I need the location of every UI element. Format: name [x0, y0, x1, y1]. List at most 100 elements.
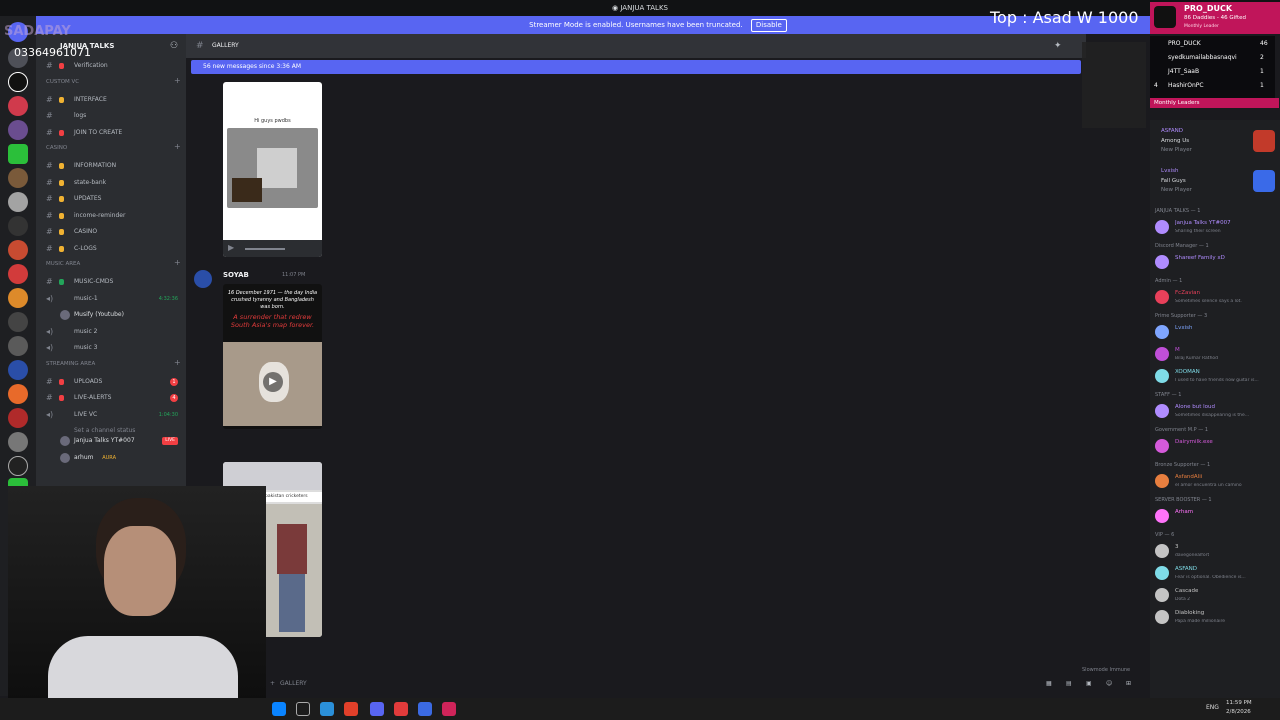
plus-icon[interactable]: +: [270, 674, 275, 694]
server-icon[interactable]: [8, 360, 28, 380]
member-item[interactable]: ASFAND Fear is optional. Obedience is...: [1155, 564, 1280, 584]
message-composer[interactable]: + GALLERY Slowmode Immune ▦ ▤ ▣ ☺ ⊞: [266, 667, 1146, 694]
author-name[interactable]: SOYAB: [223, 271, 249, 279]
text-channel[interactable]: # MUSIC-CMDS: [36, 274, 186, 290]
windows-icon[interactable]: [272, 702, 286, 716]
server-icon[interactable]: [8, 216, 28, 236]
voice-user[interactable]: Musify (Youtube): [36, 307, 186, 323]
server-icon[interactable]: [8, 408, 28, 428]
member-item[interactable]: M Bilaj Kumar Rathod: [1155, 345, 1280, 365]
attachment-video[interactable]: Hi guys pwdbs ▶: [223, 82, 322, 257]
discord-icon[interactable]: [370, 702, 384, 716]
pin-icon[interactable]: ✦: [1054, 34, 1062, 58]
member-item[interactable]: XOOMAN I used to have friends now guitar …: [1155, 367, 1280, 387]
text-channel[interactable]: # Verification: [36, 58, 186, 74]
server-icon[interactable]: [8, 120, 28, 140]
gif-icon[interactable]: ▤: [1066, 674, 1072, 694]
app-icon[interactable]: [394, 702, 408, 716]
app-icon[interactable]: [442, 702, 456, 716]
server-icon[interactable]: [8, 312, 28, 332]
text-channel[interactable]: # UPDATES: [36, 191, 186, 207]
plus-icon[interactable]: +: [174, 258, 181, 267]
plus-icon[interactable]: +: [174, 358, 181, 367]
emoji-icon[interactable]: ☺: [1106, 674, 1112, 694]
disable-button[interactable]: Disable: [750, 19, 787, 32]
language-indicator[interactable]: ENG: [1206, 704, 1219, 711]
game-icon: [1253, 130, 1275, 152]
plus-icon[interactable]: +: [174, 142, 181, 151]
new-messages-bar[interactable]: 56 new messages since 3:36 AM: [191, 60, 1081, 74]
server-icon[interactable]: [8, 72, 28, 92]
channel-header: # GALLERY ✦: [186, 34, 1086, 58]
add-friend-icon[interactable]: ⚇: [170, 41, 178, 51]
server-icon[interactable]: [8, 336, 28, 356]
attachment-video[interactable]: 16 December 1971 — the day India crushed…: [223, 284, 322, 429]
text-channel[interactable]: # LIVE-ALERTS 4: [36, 390, 186, 406]
text-channel[interactable]: # UPLOADS 1: [36, 374, 186, 390]
text-channel[interactable]: # income-reminder: [36, 208, 186, 224]
text-channel[interactable]: # INTERFACE: [36, 92, 186, 108]
channel-category[interactable]: CASINO +: [46, 142, 181, 151]
server-icon[interactable]: [8, 144, 28, 164]
member-item[interactable]: 3 davegonealfort: [1155, 542, 1280, 562]
server-icon[interactable]: [8, 456, 28, 476]
author-avatar[interactable]: [194, 270, 212, 288]
brave-icon[interactable]: [344, 702, 358, 716]
edge-icon[interactable]: [320, 702, 334, 716]
server-icon[interactable]: [8, 432, 28, 452]
member-group-title: VIP — 6: [1155, 532, 1175, 538]
clock-time[interactable]: 11:59 PM: [1226, 700, 1252, 706]
server-icon[interactable]: [8, 96, 28, 116]
member-item[interactable]: Janjua Talks YT#007 Sharing their screen: [1155, 218, 1280, 238]
app-icon[interactable]: [418, 702, 432, 716]
play-icon[interactable]: ▶: [228, 243, 234, 252]
video-progress[interactable]: [245, 248, 285, 250]
hashtag-icon: #: [46, 94, 53, 104]
leaderboard-count: 1: [1260, 68, 1264, 75]
voice-user[interactable]: Janjua Talks YT#007 LIVE: [36, 433, 186, 449]
avatar: [60, 310, 70, 320]
server-icon[interactable]: [8, 240, 28, 260]
server-icon[interactable]: [8, 264, 28, 284]
member-item[interactable]: Shareef Family xD: [1155, 253, 1280, 273]
server-icon[interactable]: [8, 192, 28, 212]
member-item[interactable]: AsfandAlii el amor encuentra un camino: [1155, 472, 1280, 492]
voice-channel[interactable]: ◂) music-1 4:32:36: [36, 291, 186, 307]
channel-category[interactable]: MUSIC AREA +: [46, 258, 181, 267]
voice-channel[interactable]: ◂) LIVE VC 1:04:30: [36, 407, 186, 423]
window-title: JANJUA TALKS: [620, 4, 668, 12]
video-controls[interactable]: ▶: [223, 240, 322, 257]
server-icon[interactable]: [8, 168, 28, 188]
activity-card[interactable]: ASFAND Among Us New Player: [1155, 128, 1280, 164]
text-channel[interactable]: # INFORMATION: [36, 158, 186, 174]
member-item[interactable]: Lvxish: [1155, 323, 1280, 343]
speaker-icon: ◂): [46, 293, 54, 303]
text-channel[interactable]: # state-bank: [36, 175, 186, 191]
member-item[interactable]: Dairymilk.exe: [1155, 437, 1280, 457]
member-item[interactable]: Arham: [1155, 507, 1280, 527]
apps-icon[interactable]: ⊞: [1126, 674, 1131, 694]
member-item[interactable]: Cascade Dota 2: [1155, 586, 1280, 606]
search-icon[interactable]: [296, 702, 310, 716]
text-channel[interactable]: # JOIN TO CREATE: [36, 125, 186, 141]
gift-icon[interactable]: ▦: [1046, 674, 1052, 694]
plus-icon[interactable]: +: [174, 76, 181, 85]
voice-user[interactable]: arhum AURA: [36, 450, 186, 466]
activity-card[interactable]: Lvxish Fall Guys New Player: [1155, 168, 1280, 204]
voice-channel[interactable]: ◂) music 2: [36, 324, 186, 340]
sticker-icon[interactable]: ▣: [1086, 674, 1092, 694]
clock-date[interactable]: 2/8/2026: [1226, 709, 1251, 715]
voice-channel[interactable]: ◂) music 3: [36, 340, 186, 356]
play-icon[interactable]: ▶: [263, 372, 283, 392]
text-channel[interactable]: # C-LOGS: [36, 241, 186, 257]
server-icon[interactable]: [8, 384, 28, 404]
channel-category[interactable]: STREAMING AREA +: [46, 358, 181, 367]
member-item[interactable]: Diabloking Papa made millionaire: [1155, 608, 1280, 628]
channel-category[interactable]: CUSTOM VC +: [46, 76, 181, 85]
text-channel[interactable]: # CASINO: [36, 224, 186, 240]
member-item[interactable]: Alone but loud Sometimes disappearing is …: [1155, 402, 1280, 422]
phone-number: 03364961071: [14, 46, 91, 59]
text-channel[interactable]: # logs: [36, 108, 186, 124]
member-item[interactable]: FcZavian Sometimes silence says a lot.: [1155, 288, 1280, 308]
server-icon[interactable]: [8, 288, 28, 308]
